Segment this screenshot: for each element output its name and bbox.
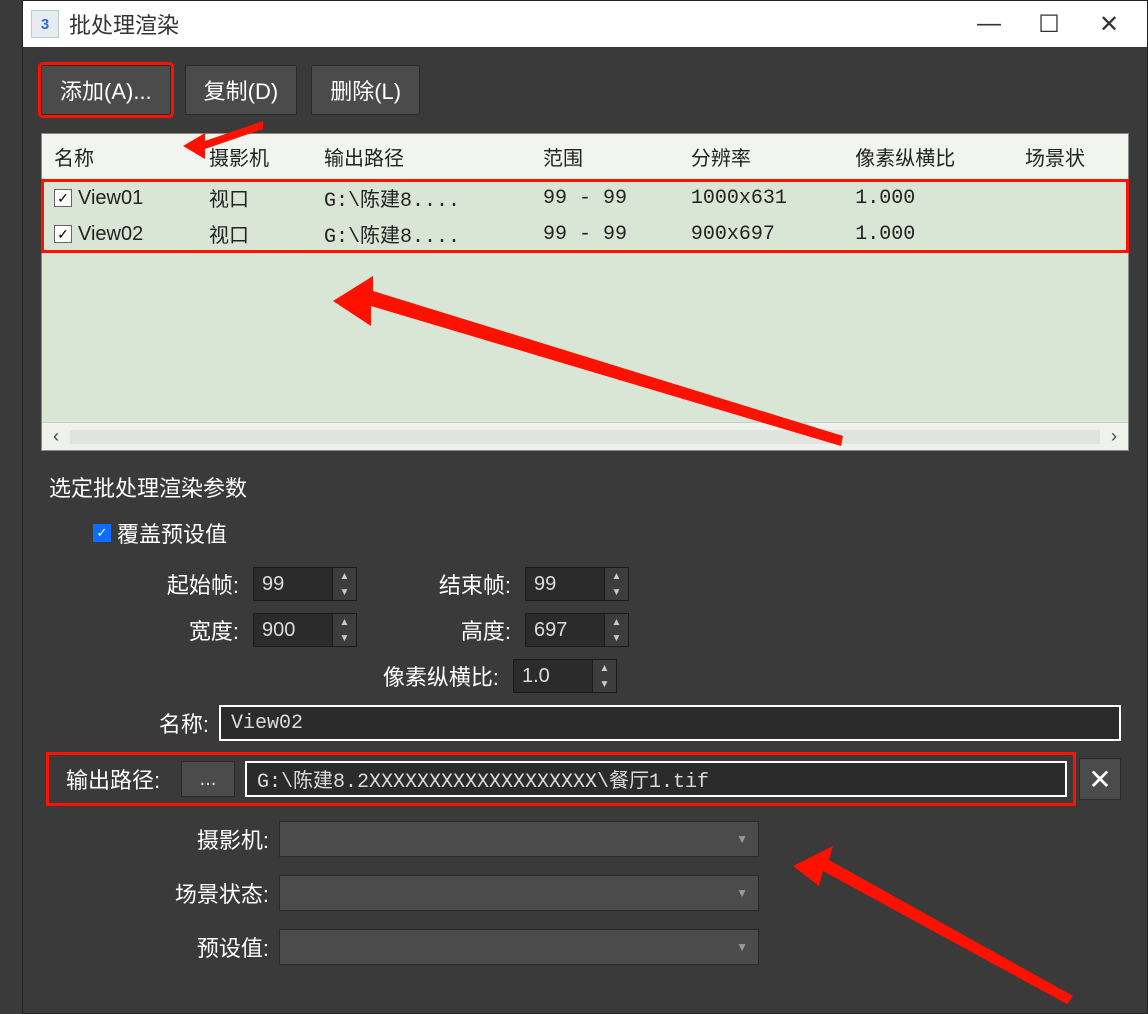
override-label: 覆盖预设值 bbox=[117, 517, 227, 549]
spinner-up-icon[interactable]: ▲ bbox=[593, 660, 616, 676]
delete-button[interactable]: 删除(L) bbox=[311, 65, 420, 115]
row-range: 99 - 99 bbox=[531, 180, 679, 217]
pixel-aspect-spinner[interactable]: ▲▼ bbox=[513, 659, 617, 693]
titlebar: 3 批处理渲染 — ☐ ✕ bbox=[23, 1, 1147, 47]
height-input[interactable] bbox=[525, 613, 605, 647]
row-camera: 视口 bbox=[197, 180, 312, 217]
row-resolution: 900x697 bbox=[679, 216, 843, 252]
scroll-right-icon[interactable]: › bbox=[1100, 426, 1128, 447]
start-frame-input[interactable] bbox=[253, 567, 333, 601]
start-frame-spinner[interactable]: ▲▼ bbox=[253, 567, 357, 601]
preset-label: 预设值: bbox=[119, 931, 269, 963]
table-row[interactable]: ✓ View02 视口 G:\陈建8.... 99 - 99 900x697 1.… bbox=[42, 216, 1128, 252]
spinner-down-icon[interactable]: ▼ bbox=[605, 584, 628, 600]
maximize-button[interactable]: ☐ bbox=[1019, 4, 1079, 44]
pixel-aspect-input[interactable] bbox=[513, 659, 593, 693]
height-label: 高度: bbox=[371, 614, 511, 646]
name-label: 名称: bbox=[109, 707, 209, 739]
camera-label: 摄影机: bbox=[119, 823, 269, 855]
height-spinner[interactable]: ▲▼ bbox=[525, 613, 629, 647]
end-frame-label: 结束帧: bbox=[371, 568, 511, 600]
start-frame-label: 起始帧: bbox=[119, 568, 239, 600]
output-path-label: 输出路径: bbox=[55, 763, 171, 795]
duplicate-button[interactable]: 复制(D) bbox=[185, 65, 298, 115]
col-aspect[interactable]: 像素纵横比 bbox=[843, 134, 1013, 180]
name-input[interactable] bbox=[219, 705, 1121, 741]
col-resolution[interactable]: 分辨率 bbox=[679, 134, 843, 180]
col-scene-state[interactable]: 场景状 bbox=[1013, 134, 1128, 180]
row-checkbox[interactable]: ✓ bbox=[54, 225, 72, 243]
app-icon: 3 bbox=[31, 10, 59, 38]
browse-button[interactable]: ... bbox=[181, 761, 235, 797]
end-frame-input[interactable] bbox=[525, 567, 605, 601]
spinner-up-icon[interactable]: ▲ bbox=[333, 614, 356, 630]
row-output: G:\陈建8.... bbox=[312, 216, 531, 252]
row-range: 99 - 99 bbox=[531, 216, 679, 252]
spinner-down-icon[interactable]: ▼ bbox=[333, 630, 356, 646]
close-icon: ✕ bbox=[1088, 763, 1111, 796]
toolbar: 添加(A)... 复制(D) 删除(L) bbox=[41, 65, 1129, 115]
row-camera: 视口 bbox=[197, 216, 312, 252]
col-name[interactable]: 名称 bbox=[42, 134, 197, 180]
scene-state-label: 场景状态: bbox=[119, 877, 269, 909]
table-header-row: 名称 摄影机 输出路径 范围 分辨率 像素纵横比 场景状 bbox=[42, 134, 1128, 180]
horizontal-scrollbar[interactable]: ‹ › bbox=[42, 422, 1128, 450]
preset-dropdown[interactable] bbox=[279, 929, 759, 965]
minimize-button[interactable]: — bbox=[959, 4, 1019, 44]
window-title: 批处理渲染 bbox=[69, 8, 959, 40]
row-aspect: 1.000 bbox=[843, 216, 1013, 252]
col-output[interactable]: 输出路径 bbox=[312, 134, 531, 180]
scene-state-dropdown[interactable] bbox=[279, 875, 759, 911]
spinner-down-icon[interactable]: ▼ bbox=[593, 676, 616, 692]
width-label: 宽度: bbox=[119, 614, 239, 646]
view-table: 名称 摄影机 输出路径 范围 分辨率 像素纵横比 场景状 ✓ View01 视口 … bbox=[41, 133, 1129, 451]
params-section-title: 选定批处理渲染参数 bbox=[49, 471, 1121, 503]
override-checkbox[interactable]: ✓ bbox=[93, 524, 111, 542]
row-name: View02 bbox=[78, 223, 143, 246]
clear-path-button[interactable]: ✕ bbox=[1079, 758, 1121, 800]
scroll-left-icon[interactable]: ‹ bbox=[42, 426, 70, 447]
spinner-down-icon[interactable]: ▼ bbox=[605, 630, 628, 646]
scroll-track[interactable] bbox=[70, 430, 1100, 444]
pixel-aspect-label: 像素纵横比: bbox=[319, 660, 499, 692]
row-checkbox[interactable]: ✓ bbox=[54, 189, 72, 207]
output-path-input[interactable] bbox=[245, 761, 1067, 797]
col-range[interactable]: 范围 bbox=[531, 134, 679, 180]
add-button[interactable]: 添加(A)... bbox=[41, 65, 171, 115]
row-resolution: 1000x631 bbox=[679, 180, 843, 217]
spinner-up-icon[interactable]: ▲ bbox=[605, 614, 628, 630]
spinner-up-icon[interactable]: ▲ bbox=[605, 568, 628, 584]
col-camera[interactable]: 摄影机 bbox=[197, 134, 312, 180]
width-spinner[interactable]: ▲▼ bbox=[253, 613, 357, 647]
end-frame-spinner[interactable]: ▲▼ bbox=[525, 567, 629, 601]
row-aspect: 1.000 bbox=[843, 180, 1013, 217]
row-name: View01 bbox=[78, 187, 143, 210]
spinner-up-icon[interactable]: ▲ bbox=[333, 568, 356, 584]
camera-dropdown[interactable] bbox=[279, 821, 759, 857]
table-row[interactable]: ✓ View01 视口 G:\陈建8.... 99 - 99 1000x631 1… bbox=[42, 180, 1128, 217]
row-output: G:\陈建8.... bbox=[312, 180, 531, 217]
width-input[interactable] bbox=[253, 613, 333, 647]
table-empty-area[interactable] bbox=[42, 252, 1128, 422]
spinner-down-icon[interactable]: ▼ bbox=[333, 584, 356, 600]
close-button[interactable]: ✕ bbox=[1079, 4, 1139, 44]
